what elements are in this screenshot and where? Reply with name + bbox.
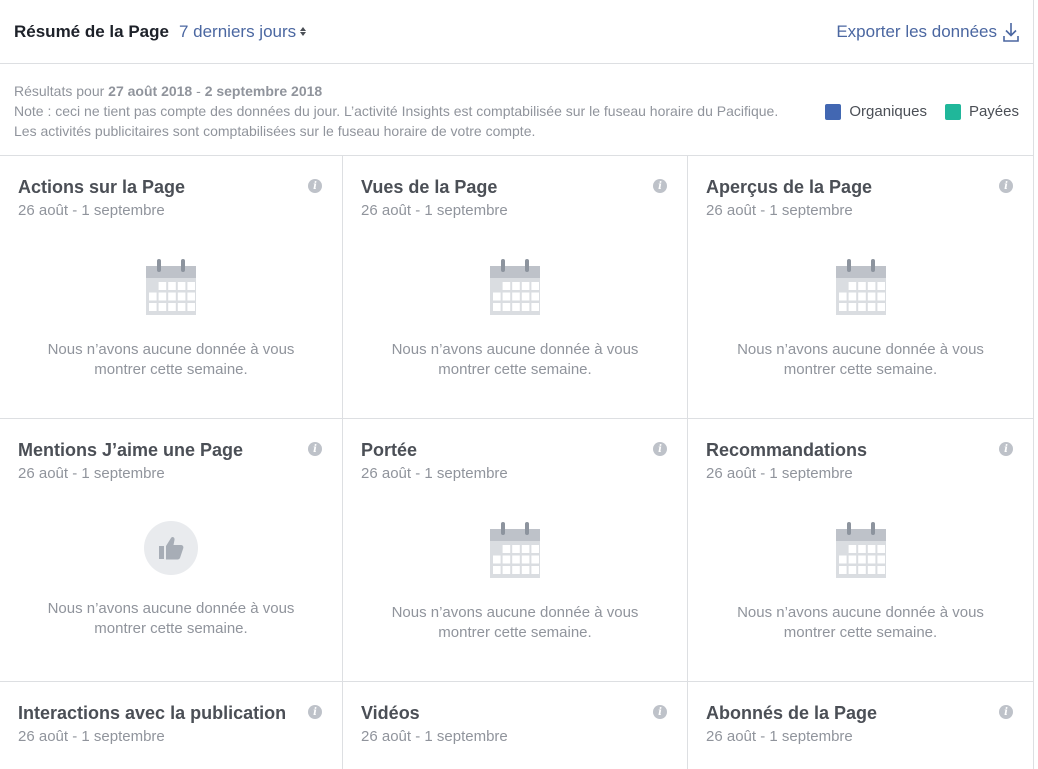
empty-state-icon — [489, 521, 541, 584]
metrics-grid: Actions sur la Page 26 août - 1 septembre… — [0, 156, 1033, 769]
page-title: Résumé de la Page — [14, 21, 169, 41]
results-note: Résultats pour 27 août 2018 - 2 septembr… — [14, 81, 794, 155]
info-icon[interactable]: i — [999, 705, 1013, 719]
range-start: 27 août 2018 — [108, 83, 193, 99]
export-label: Exporter les données — [836, 21, 997, 41]
metric-card: Recommandations 26 août - 1 septembre i Nou… — [688, 419, 1033, 682]
card-title: Portée — [361, 440, 418, 460]
card-title: Vidéos — [361, 703, 420, 723]
card-title: Mentions J’aime une Page — [18, 440, 244, 460]
info-icon[interactable]: i — [999, 179, 1013, 193]
card-date-range: 26 août - 1 septembre — [361, 728, 508, 745]
empty-state-icon — [144, 521, 198, 575]
empty-state-text: Nous n’avons aucune donnée à vous montrer… — [47, 600, 295, 637]
legend-item-organic: Organiques — [825, 103, 927, 120]
metric-card: Vues de la Page 26 août - 1 septembre i Nou… — [343, 156, 688, 419]
card-date-range: 26 août - 1 septembre — [706, 465, 853, 482]
card-date-range: 26 août - 1 septembre — [18, 465, 165, 482]
card-title: Aperçus de la Page — [706, 177, 873, 197]
calendar-icon — [146, 259, 196, 315]
results-range: Résultats pour 27 août 2018 - 2 septembr… — [14, 83, 323, 99]
card-date-range: 26 août - 1 septembre — [361, 202, 508, 219]
card-title: Abonnés de la Page — [706, 703, 878, 723]
card-title: Vues de la Page — [361, 177, 498, 197]
thumbs-up-icon — [144, 521, 198, 575]
empty-state-icon — [835, 521, 887, 584]
legend-item-paid: Payées — [944, 103, 1019, 120]
empty-state-text: Nous n’avons aucune donnée à vous montrer… — [737, 604, 984, 641]
calendar-icon — [490, 259, 540, 315]
card-date-range: 26 août - 1 septembre — [18, 202, 165, 219]
page-summary: Résumé de la Page 7 derniers jours Expor… — [0, 0, 1034, 769]
note-text: Note : ceci ne tient pas compte des donn… — [14, 103, 779, 139]
info-icon[interactable]: i — [308, 705, 322, 719]
metric-card: Abonnés de la Page 26 août - 1 septembre i — [688, 682, 1033, 769]
card-title: Actions sur la Page — [18, 177, 186, 197]
card-date-range: 26 août - 1 septembre — [18, 728, 165, 745]
info-icon[interactable]: i — [653, 442, 667, 456]
legend-swatch-paid — [944, 103, 961, 120]
card-title: Recommandations — [706, 440, 868, 460]
range-end: 2 septembre 2018 — [204, 83, 323, 99]
card-date-range: 26 août - 1 septembre — [706, 728, 853, 745]
download-icon — [1003, 22, 1019, 42]
header: Résumé de la Page 7 derniers jours Expor… — [0, 0, 1033, 64]
metric-card: Aperçus de la Page 26 août - 1 septembre i… — [688, 156, 1033, 419]
empty-state-icon — [835, 258, 887, 321]
info-icon[interactable]: i — [999, 442, 1013, 456]
info-icon[interactable]: i — [653, 705, 667, 719]
info-icon[interactable]: i — [308, 179, 322, 193]
period-label: 7 derniers jours — [178, 21, 297, 41]
metric-card: Actions sur la Page 26 août - 1 septembre… — [0, 156, 343, 419]
legend: Organiques Payées — [807, 103, 1019, 155]
metric-card: Portée 26 août - 1 septembre i Nous n’avons… — [343, 419, 688, 682]
info-icon[interactable]: i — [653, 179, 667, 193]
metric-card: Mentions J’aime une Page 26 août - 1 sept… — [0, 419, 343, 682]
calendar-icon — [835, 522, 886, 578]
card-date-range: 26 août - 1 septembre — [361, 465, 508, 482]
empty-state-text: Nous n’avons aucune donnée à vous montrer… — [391, 604, 639, 641]
export-data-link[interactable]: Exporter les données — [836, 22, 1019, 42]
period-selector[interactable]: 7 derniers jours — [178, 21, 307, 42]
empty-state-text: Nous n’avons aucune donnée à vous montrer… — [391, 341, 639, 378]
metric-card: Vidéos 26 août - 1 septembre i — [343, 682, 688, 769]
info-icon[interactable]: i — [308, 442, 322, 456]
card-date-range: 26 août - 1 septembre — [706, 202, 853, 219]
empty-state-icon — [489, 258, 541, 321]
legend-swatch-organic — [825, 103, 842, 120]
info-bar: Résultats pour 27 août 2018 - 2 septembr… — [0, 64, 1033, 156]
empty-state-text: Nous n’avons aucune donnée à vous montrer… — [737, 341, 984, 378]
metric-card: Interactions avec la publication 26 août … — [0, 682, 343, 769]
calendar-icon — [490, 522, 540, 578]
calendar-icon — [835, 259, 886, 315]
card-title: Interactions avec la publication — [18, 703, 287, 723]
empty-state-text: Nous n’avons aucune donnée à vous montrer… — [47, 341, 295, 378]
sort-icon — [300, 27, 307, 36]
empty-state-icon — [145, 258, 197, 321]
